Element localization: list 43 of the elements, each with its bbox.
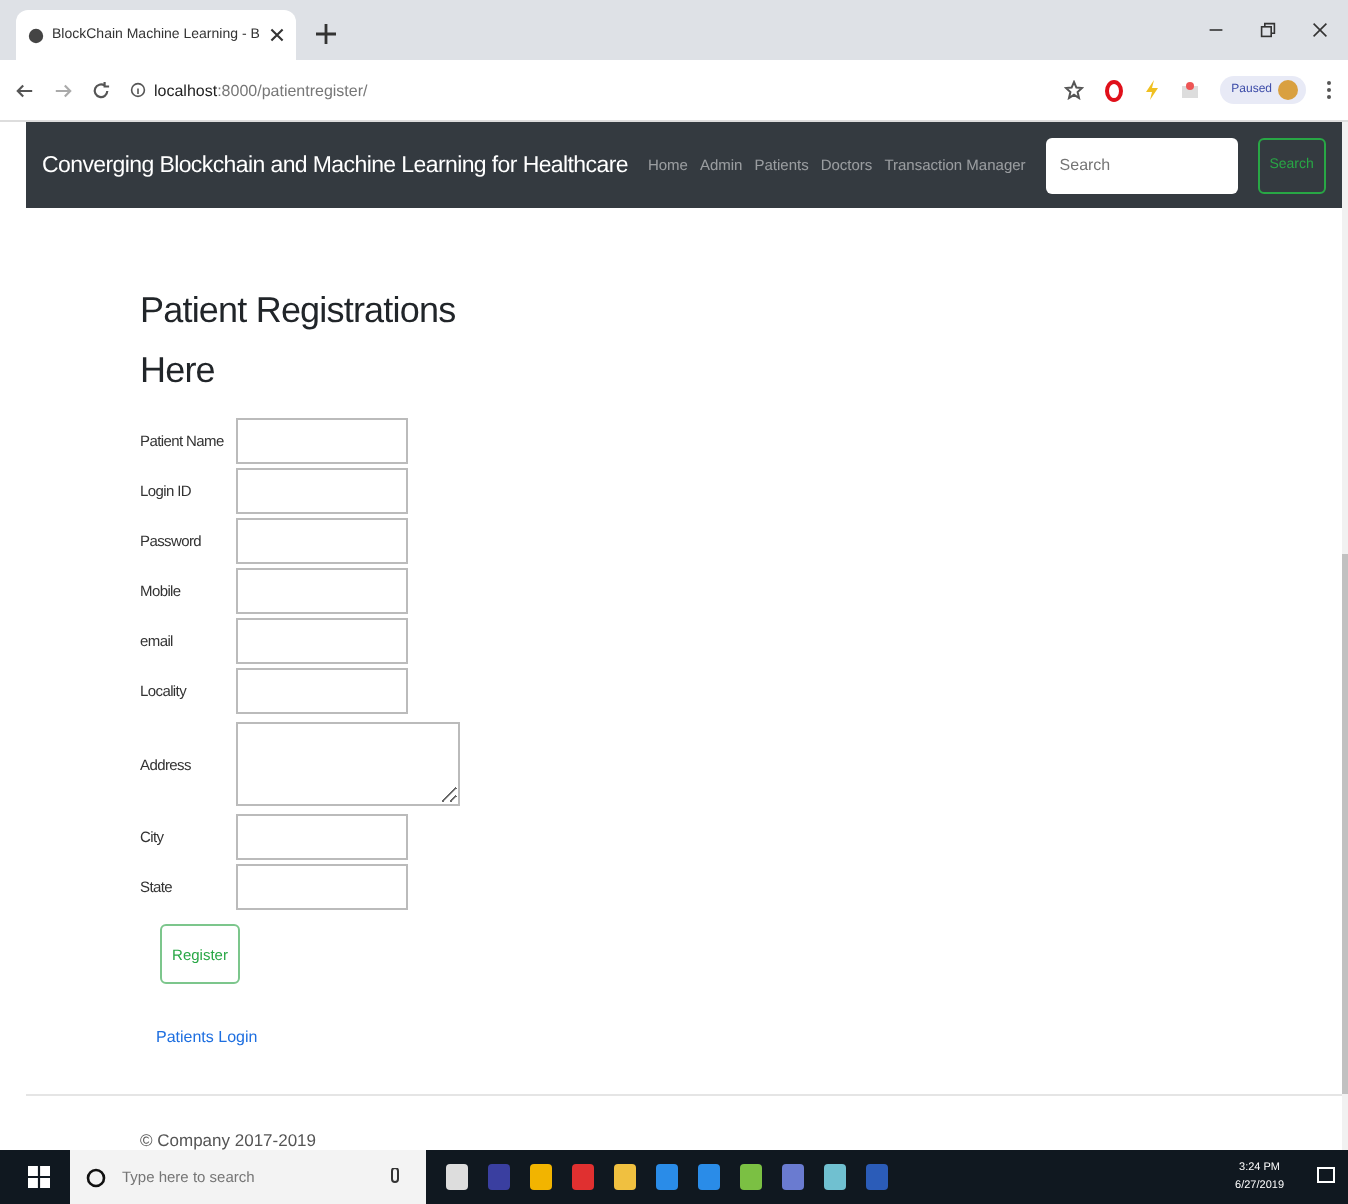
address-field[interactable]	[236, 722, 460, 806]
app-icon[interactable]	[782, 1164, 804, 1190]
input-field[interactable]	[236, 518, 408, 564]
input-field[interactable]	[236, 618, 408, 664]
navbar-brand[interactable]: Converging Blockchain and Machine Learning for Healthcare	[42, 153, 628, 177]
app-icon[interactable]	[698, 1164, 720, 1190]
app-icon[interactable]	[572, 1164, 594, 1190]
app-icon[interactable]	[530, 1164, 552, 1190]
microphone-icon	[390, 1167, 400, 1187]
star-icon[interactable]	[1063, 80, 1084, 100]
windows-icon[interactable]	[28, 1166, 50, 1188]
notification-icon[interactable]	[1316, 1166, 1336, 1188]
input-field[interactable]	[236, 864, 408, 910]
input-field[interactable]	[236, 668, 408, 714]
search-field[interactable]: Search	[1045, 137, 1238, 193]
app-icon[interactable]	[614, 1164, 636, 1190]
close-icon[interactable]	[1312, 22, 1328, 38]
close-icon[interactable]	[270, 28, 284, 42]
app-icon[interactable]	[824, 1164, 846, 1190]
plus-icon[interactable]	[316, 24, 336, 44]
url-path: :8000/patientregister/	[217, 81, 368, 99]
footer-text: © Company 2017-2019	[140, 1130, 317, 1150]
input-field[interactable]	[236, 468, 408, 514]
url-host: localhost	[154, 81, 218, 99]
search-icon	[86, 1167, 106, 1187]
input-field[interactable]	[236, 814, 408, 860]
app-icon[interactable]	[740, 1164, 762, 1190]
address-bar[interactable]: localhost:8000/patientregister/	[130, 81, 1044, 99]
restore-icon[interactable]	[1260, 22, 1276, 38]
menu-icon[interactable]	[1326, 80, 1332, 100]
info-icon	[130, 82, 146, 98]
reload-icon[interactable]	[92, 81, 110, 99]
app-icon[interactable]	[866, 1164, 888, 1190]
back-arrow-icon[interactable]	[16, 81, 34, 99]
app-icon[interactable]	[446, 1164, 468, 1190]
app-icon[interactable]	[488, 1164, 510, 1190]
page-heading: Patient Registrations Here	[140, 288, 458, 394]
input-field[interactable]	[236, 568, 408, 614]
patients-login-link[interactable]: Patients Login	[156, 1028, 258, 1046]
app-icon[interactable]	[656, 1164, 678, 1190]
avatar-icon	[1278, 80, 1298, 100]
input-field[interactable]	[236, 418, 408, 464]
forward-arrow-icon[interactable]	[54, 81, 72, 99]
